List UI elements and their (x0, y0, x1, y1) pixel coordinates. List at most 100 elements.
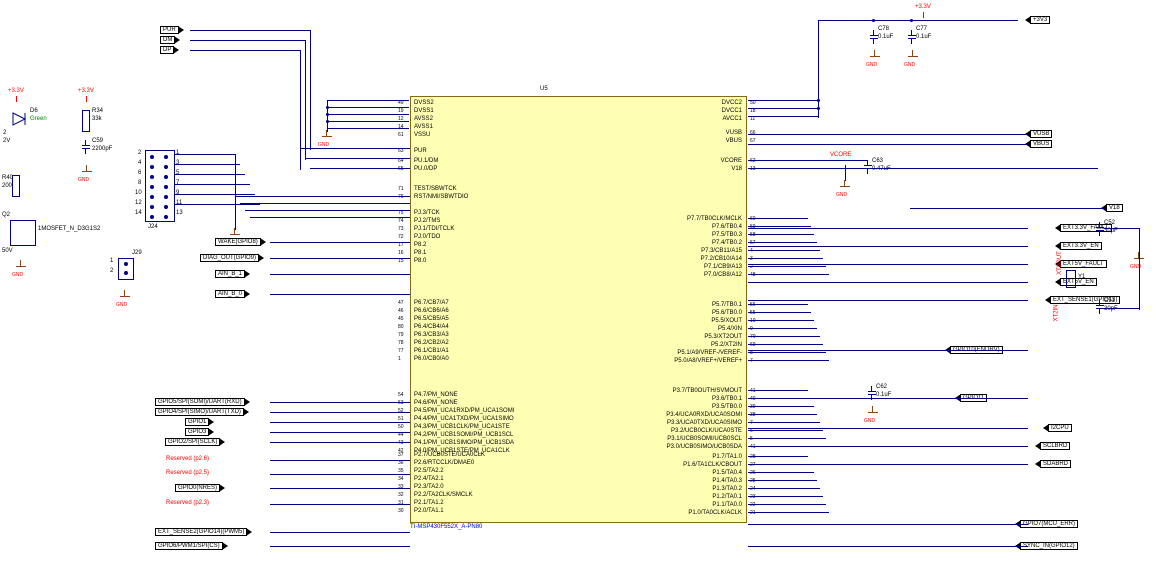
gnd-c63-l: GND (836, 192, 847, 198)
net-gpio7: GPIO7(MCU_ERR) (1020, 520, 1078, 528)
net-gpio1: GPIO1 (185, 418, 209, 426)
j24-p14: 14 (135, 210, 142, 216)
j24-p13: 13 (176, 210, 183, 216)
gnd-c78 (868, 50, 882, 60)
j24-p8: 8 (138, 180, 141, 186)
net-ext33ven: EXT3.3V_EN (1060, 242, 1102, 250)
mosfet-q2 (10, 220, 36, 246)
gnd-q2 (14, 260, 28, 270)
net-sdabrd: SDABRD (1040, 460, 1071, 468)
net-3v3: +3V3 (1030, 16, 1050, 24)
net-gpio5: GPIO5/SPI(SOMI)/UART(RXD) (155, 398, 245, 406)
net-sclbrd: SCLBRD (1040, 442, 1070, 450)
led-val: Green (30, 116, 47, 122)
r40-val: 200 (2, 183, 12, 189)
xtal-y1 (1066, 270, 1076, 288)
net-i2cpu: I2CPU (1048, 424, 1072, 432)
c51-val: 30pF (1104, 306, 1118, 312)
power-33v-1: +3.3V (8, 88, 24, 94)
gnd-j29 (118, 290, 132, 300)
j24-p12: 12 (135, 200, 142, 206)
j24-ref: J24 (148, 224, 158, 230)
led-pin2: 2 (3, 130, 6, 136)
net-diag: DIAG_OUT(GPIO9) (200, 254, 259, 262)
c59-ref: C59 (92, 138, 103, 144)
gnd-c77-l: GND (904, 62, 915, 68)
j24-p10: 10 (135, 190, 142, 196)
net-gpio3: GPIO3 (185, 428, 209, 436)
xt2in-label: XT2IN (1054, 304, 1060, 321)
led-d6 (10, 110, 28, 128)
c59 (82, 140, 90, 154)
j29-ref: J29 (132, 250, 142, 256)
r34 (82, 110, 90, 132)
j29-p2: 2 (110, 268, 113, 274)
j24-header (145, 150, 175, 222)
gnd-c63 (838, 180, 852, 190)
c51 (1096, 300, 1104, 314)
vcore-label: VCORE (830, 152, 851, 158)
r40 (12, 175, 20, 197)
c78 (870, 30, 878, 44)
net-vbus: VBUS (1030, 140, 1052, 148)
c63 (864, 160, 872, 174)
j24-p2: 2 (138, 150, 141, 156)
gnd-q2-label: GND (12, 272, 23, 278)
q2-volt: 50V (2, 248, 13, 254)
net-gpio2: GPIO2/SPI(SCLK) (165, 438, 220, 446)
gnd-c62-l: GND (864, 418, 875, 424)
j29-p1: 1 (110, 258, 113, 264)
y1-ref: Y1 (1078, 274, 1085, 280)
j24-p7: 7 (176, 180, 179, 186)
j24-p11: 11 (176, 200, 182, 206)
c78-ref: C78 (878, 26, 889, 32)
j24-p9: 9 (176, 190, 179, 196)
c52 (1096, 222, 1104, 236)
net-dp: DP (160, 46, 174, 54)
net-dm: DM (160, 36, 175, 44)
xt2out-label: XT2OUT (1057, 251, 1063, 275)
power-33v-3: +3.3V (915, 4, 931, 10)
j24-p1: 1 (176, 150, 179, 156)
c51-ref: C51 (1104, 298, 1115, 304)
net-extsense2: EXT_SENSE2(GPIO14)(PWM5) (155, 528, 247, 536)
net-ext5vfault: EXT5V_FAULT (1060, 260, 1107, 268)
net-res23: Reserved (p2.3) (166, 500, 209, 506)
r40-ref: R40 (2, 175, 13, 181)
led-ref: D6 (30, 108, 38, 114)
c59-val: 2200pF (92, 146, 112, 152)
net-syncin: SYNC_IN(GPIO12) (1020, 542, 1078, 550)
gnd-j29-label: GND (116, 302, 127, 308)
c77-ref: C77 (916, 26, 927, 32)
c78-val: 0.1uF (878, 34, 893, 40)
net-res26: Reserved (p2.6) (166, 456, 209, 462)
c63-ref: C63 (872, 158, 883, 164)
gnd-r34 (80, 165, 94, 175)
gnd-c62 (866, 406, 880, 416)
c63-val: 0.47uF (872, 166, 891, 172)
gnd-r34-label: GND (78, 177, 89, 183)
net-ainb0: AIN_B_0 (215, 290, 245, 298)
j24-p5: 5 (176, 170, 179, 176)
r34-ref: R34 (92, 108, 103, 114)
chip-ref: U5 (540, 86, 548, 92)
net-gpio6: GPIO6/PWM1/SPI(CS) (155, 542, 223, 550)
j24-p4: 4 (138, 160, 141, 166)
c77 (908, 30, 916, 44)
chip-part: TI-MSP430F552X_A-PN80 (410, 524, 482, 530)
net-res25: Reserved (p2.5) (166, 470, 209, 476)
power-2v: 2V (3, 138, 10, 144)
power-33v-2: +3.3V (78, 88, 94, 94)
q2-val: 1MOSFET_N_D3G1S2 (38, 226, 100, 232)
c62-ref: C62 (876, 384, 887, 390)
net-gpio4: GPIO4/SPI(SIMO)/UART(TXD) (155, 408, 244, 416)
j24-p6: 6 (138, 170, 141, 176)
net-pur: PUR (160, 26, 179, 34)
gnd-label: GND (318, 142, 329, 148)
gnd-c77 (906, 50, 920, 60)
j24-p3: 3 (176, 160, 179, 166)
net-gpio0: GPIO0(NRES) (175, 484, 220, 492)
net-v18: V18 (1106, 204, 1123, 212)
gnd-c78-l: GND (866, 62, 877, 68)
mcu-chip (410, 96, 747, 523)
